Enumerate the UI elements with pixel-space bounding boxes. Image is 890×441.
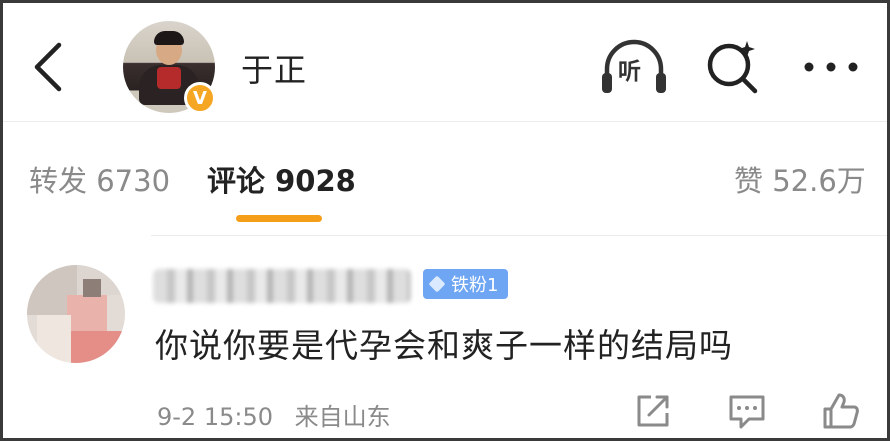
weibo-comment-screen: V 于正 听 转发 6730 评论 9028 赞 52.6万 铁粉1 你说你要是… bbox=[0, 0, 890, 441]
tab-like[interactable]: 赞 52.6万 bbox=[734, 158, 866, 200]
tab-repost[interactable]: 转发 6730 bbox=[29, 158, 170, 200]
more-button[interactable] bbox=[801, 47, 861, 87]
top-bar: V 于正 听 bbox=[3, 3, 887, 121]
active-tab-indicator bbox=[236, 215, 322, 222]
header-divider bbox=[3, 121, 887, 122]
share-button[interactable] bbox=[633, 391, 673, 431]
comment-location: 来自山东 bbox=[294, 403, 391, 431]
avatar-figure-hair bbox=[154, 31, 184, 45]
tabs-divider bbox=[151, 235, 887, 236]
comment-meta: 9-2 15:50 来自山东 bbox=[157, 397, 391, 432]
like-icon bbox=[823, 393, 859, 429]
search-sparkle-icon bbox=[707, 41, 758, 94]
fan-badge-label: 铁粉1 bbox=[451, 275, 499, 296]
chevron-left-icon bbox=[34, 42, 62, 92]
avatar-figure-scarf bbox=[157, 67, 181, 89]
search-button[interactable] bbox=[703, 37, 763, 97]
tab-comment[interactable]: 评论 9028 bbox=[207, 158, 356, 200]
share-icon bbox=[637, 395, 669, 427]
diamond-icon bbox=[428, 275, 446, 293]
more-dots-icon bbox=[804, 62, 858, 72]
reply-icon bbox=[729, 395, 765, 429]
listen-button[interactable]: 听 bbox=[599, 37, 669, 97]
username[interactable]: 于正 bbox=[241, 45, 307, 91]
comment-text[interactable]: 你说你要是代孕会和爽子一样的结局吗 bbox=[155, 319, 733, 367]
listen-label: 听 bbox=[618, 59, 641, 85]
reply-button[interactable] bbox=[727, 391, 767, 431]
commenter-avatar[interactable] bbox=[27, 265, 125, 363]
pixelated-block bbox=[83, 279, 101, 297]
commenter-name-blurred[interactable] bbox=[153, 269, 411, 303]
back-button[interactable] bbox=[27, 39, 71, 95]
fan-level-badge: 铁粉1 bbox=[423, 269, 509, 299]
comment-date: 9-2 15:50 bbox=[157, 403, 273, 431]
verified-badge: V bbox=[184, 82, 216, 114]
pixelated-block bbox=[71, 331, 125, 363]
pixelated-block bbox=[37, 315, 71, 363]
like-button[interactable] bbox=[821, 391, 861, 431]
pixelated-block bbox=[67, 295, 107, 331]
